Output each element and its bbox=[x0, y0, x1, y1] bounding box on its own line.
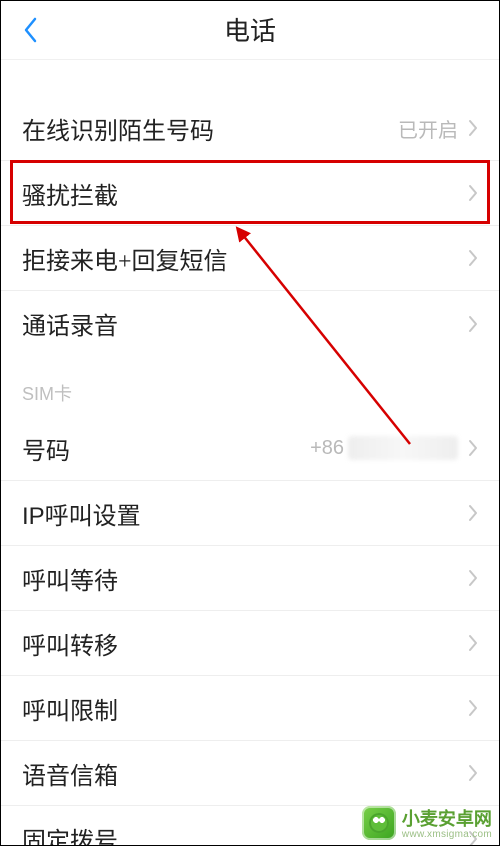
row-label: 骚扰拦截 bbox=[22, 176, 118, 211]
row-label: 呼叫转移 bbox=[22, 626, 118, 661]
top-gap bbox=[0, 60, 500, 96]
row-label: 呼叫等待 bbox=[22, 561, 118, 596]
row-call-waiting[interactable]: 呼叫等待 bbox=[0, 546, 500, 611]
section-label-sim: SIM卡 bbox=[0, 356, 500, 416]
row-label: 拒接来电+回复短信 bbox=[22, 241, 228, 276]
row-call-recording[interactable]: 通话录音 bbox=[0, 291, 500, 356]
nav-bar: 电话 bbox=[0, 0, 500, 60]
settings-list: 在线识别陌生号码 已开启 骚扰拦截 拒接来电+回复短信 通话录音 SIM卡 号码… bbox=[0, 60, 500, 846]
row-ip-call-settings[interactable]: IP呼叫设置 bbox=[0, 481, 500, 546]
row-label: IP呼叫设置 bbox=[22, 496, 141, 531]
chevron-right-icon bbox=[468, 504, 478, 522]
row-call-forwarding[interactable]: 呼叫转移 bbox=[0, 611, 500, 676]
row-label: 呼叫限制 bbox=[22, 691, 118, 726]
chevron-right-icon bbox=[468, 634, 478, 652]
chevron-right-icon bbox=[468, 184, 478, 202]
watermark-name: 小麦安卓网 bbox=[402, 809, 492, 829]
chevron-left-icon bbox=[22, 16, 38, 44]
number-prefix: +86 bbox=[310, 437, 344, 460]
chevron-right-icon bbox=[468, 764, 478, 782]
watermark-url: www.xmsigma.com bbox=[402, 829, 492, 840]
row-phone-number[interactable]: 号码 +86 bbox=[0, 416, 500, 481]
row-label: 语音信箱 bbox=[22, 756, 118, 791]
row-label: 号码 bbox=[22, 431, 70, 466]
page-title: 电话 bbox=[224, 11, 276, 48]
row-block-harassment[interactable]: 骚扰拦截 bbox=[0, 161, 500, 226]
watermark: 小麦安卓网 www.xmsigma.com bbox=[362, 805, 492, 840]
row-voicemail[interactable]: 语音信箱 bbox=[0, 741, 500, 806]
chevron-right-icon bbox=[468, 569, 478, 587]
row-value: 已开启 bbox=[398, 114, 458, 143]
chevron-right-icon bbox=[468, 439, 478, 457]
row-label: 通话录音 bbox=[22, 306, 118, 341]
row-reject-reply-sms[interactable]: 拒接来电+回复短信 bbox=[0, 226, 500, 291]
chevron-right-icon bbox=[468, 699, 478, 717]
row-identify-unknown[interactable]: 在线识别陌生号码 已开启 bbox=[0, 96, 500, 161]
back-button[interactable] bbox=[10, 0, 50, 60]
chevron-right-icon bbox=[468, 119, 478, 137]
chevron-right-icon bbox=[468, 249, 478, 267]
chevron-right-icon bbox=[468, 315, 478, 333]
watermark-logo-icon bbox=[362, 806, 396, 840]
row-label: 固定拨号 bbox=[22, 821, 118, 846]
row-label: 在线识别陌生号码 bbox=[22, 111, 214, 146]
row-call-restriction[interactable]: 呼叫限制 bbox=[0, 676, 500, 741]
number-redacted bbox=[348, 436, 458, 460]
